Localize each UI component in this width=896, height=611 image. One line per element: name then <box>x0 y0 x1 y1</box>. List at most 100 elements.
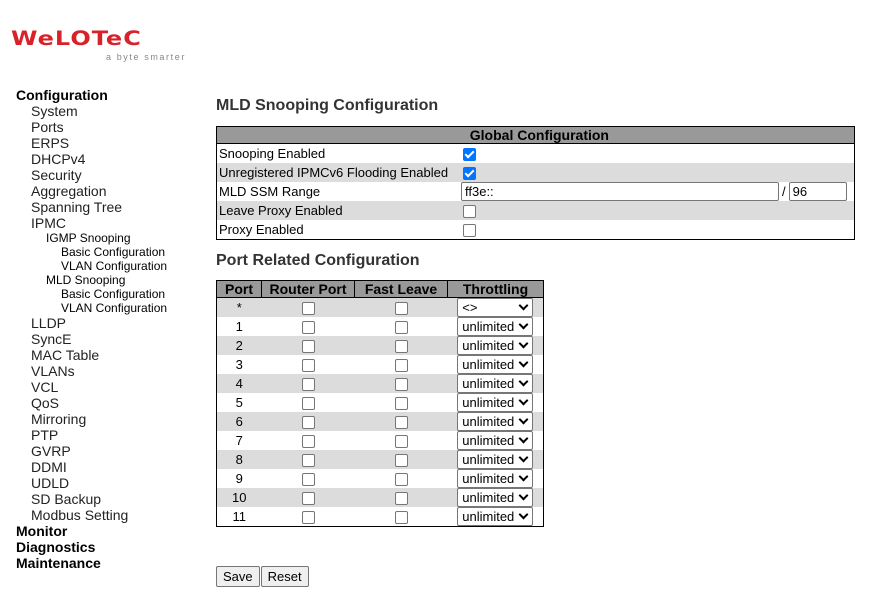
sidebar-item-mirroring[interactable]: Mirroring <box>16 411 206 427</box>
port-number: 11 <box>232 509 247 524</box>
fast-leave-checkbox[interactable] <box>394 378 408 392</box>
router-port-checkbox[interactable] <box>301 397 315 411</box>
reset-button[interactable]: Reset <box>260 566 309 587</box>
throttling-value: <> <box>462 300 478 315</box>
sidebar-item-ddmi[interactable]: DDMI <box>16 459 206 475</box>
sidebar-item-aggregation[interactable]: Aggregation <box>16 183 206 199</box>
router-port-checkbox[interactable] <box>301 359 315 373</box>
fast-leave-checkbox[interactable] <box>394 397 408 411</box>
router-port-checkbox[interactable] <box>301 454 315 468</box>
logo-tagline: a byte smarter <box>106 52 186 62</box>
fast-leave-checkbox[interactable] <box>394 473 408 487</box>
fast-leave-checkbox[interactable] <box>394 511 408 525</box>
leave-proxy-checkbox[interactable] <box>463 205 476 219</box>
sidebar-item-ipmc[interactable]: IPMC <box>16 215 206 231</box>
port-row: 7 unlimited <box>217 431 544 450</box>
port-number: * <box>216 297 262 317</box>
sidebar-item-ports[interactable]: Ports <box>16 119 206 135</box>
port-row: 11 unlimited <box>217 507 544 527</box>
router-port-checkbox[interactable] <box>301 492 315 506</box>
port-number: 1 <box>235 319 243 334</box>
sidebar-item-synce[interactable]: SyncE <box>16 331 206 347</box>
fast-leave-checkbox[interactable] <box>394 454 408 468</box>
throttling-select[interactable]: unlimited <box>457 336 534 355</box>
proxy-enabled-checkbox[interactable] <box>463 224 476 238</box>
save-button[interactable]: Save <box>216 566 260 587</box>
throttling-select[interactable]: unlimited <box>457 374 534 393</box>
sidebar-item-diagnostics[interactable]: Diagnostics <box>16 539 206 555</box>
sidebar-item-vcl[interactable]: VCL <box>16 379 206 395</box>
sidebar-item-spanning-tree[interactable]: Spanning Tree <box>16 199 206 215</box>
ssm-range-separator: / <box>782 184 786 199</box>
fast-leave-checkbox[interactable] <box>394 435 408 449</box>
sidebar-item-system[interactable]: System <box>16 103 206 119</box>
sidebar-item-vlan-configuration[interactable]: VLAN Configuration <box>16 301 206 315</box>
router-port-checkbox[interactable] <box>301 378 315 392</box>
throttling-value: unlimited <box>462 376 515 391</box>
fast-leave-checkbox[interactable] <box>394 359 408 373</box>
sidebar-item-mld-snooping[interactable]: MLD Snooping <box>16 273 206 287</box>
throttling-value: unlimited <box>462 319 515 334</box>
chevron-down-icon <box>518 319 529 330</box>
throttling-select[interactable]: unlimited <box>457 488 534 507</box>
sidebar-item-ptp[interactable]: PTP <box>16 427 206 443</box>
sidebar-item-gvrp[interactable]: GVRP <box>16 443 206 459</box>
router-port-checkbox[interactable] <box>301 321 315 335</box>
sidebar-item-mac-table[interactable]: MAC Table <box>16 347 206 363</box>
throttling-select[interactable]: unlimited <box>457 355 534 374</box>
throttling-select[interactable]: unlimited <box>457 393 534 412</box>
sidebar-item-dhcpv4[interactable]: DHCPv4 <box>16 151 206 167</box>
throttling-select[interactable]: <> <box>457 298 534 317</box>
throttling-value: unlimited <box>462 452 515 467</box>
sidebar-item-sd-backup[interactable]: SD Backup <box>16 491 206 507</box>
ssm-range-prefix-input[interactable] <box>461 182 779 201</box>
snooping-enabled-label: Snooping Enabled <box>219 146 326 161</box>
sidebar-item-basic-configuration[interactable]: Basic Configuration <box>16 245 206 259</box>
throttling-value: unlimited <box>462 471 515 486</box>
global-configuration-table: Global Configuration Snooping Enabled Un… <box>216 126 855 240</box>
port-number: 2 <box>216 336 262 355</box>
col-router-port: Router Port <box>261 280 355 298</box>
throttling-value: unlimited <box>462 433 515 448</box>
fast-leave-checkbox[interactable] <box>394 340 408 354</box>
sidebar-item-basic-configuration[interactable]: Basic Configuration <box>16 287 206 301</box>
col-fast-leave: Fast Leave <box>354 280 448 298</box>
sidebar-item-maintenance[interactable]: Maintenance <box>16 555 206 571</box>
col-throttling: Throttling <box>447 280 544 298</box>
unregistered-flooding-checkbox[interactable] <box>463 167 476 181</box>
sidebar-item-vlans[interactable]: VLANs <box>16 363 206 379</box>
router-port-checkbox[interactable] <box>301 435 315 449</box>
port-row: 1 unlimited <box>217 317 544 336</box>
sidebar-item-configuration[interactable]: Configuration <box>16 87 206 103</box>
fast-leave-checkbox[interactable] <box>394 492 408 506</box>
snooping-enabled-checkbox[interactable] <box>463 148 476 162</box>
port-row: 6 unlimited <box>216 412 544 431</box>
throttling-select[interactable]: unlimited <box>457 412 534 431</box>
fast-leave-checkbox[interactable] <box>394 302 408 316</box>
router-port-checkbox[interactable] <box>301 511 315 525</box>
sidebar-item-security[interactable]: Security <box>16 167 206 183</box>
sidebar-item-erps[interactable]: ERPS <box>16 135 206 151</box>
sidebar-item-monitor[interactable]: Monitor <box>16 523 206 539</box>
sidebar-item-modbus-setting[interactable]: Modbus Setting <box>16 507 206 523</box>
port-number: 6 <box>216 412 262 431</box>
chevron-down-icon <box>518 376 529 387</box>
sidebar-item-qos[interactable]: QoS <box>16 395 206 411</box>
throttling-select[interactable]: unlimited <box>457 317 534 336</box>
router-port-checkbox[interactable] <box>301 473 315 487</box>
throttling-select[interactable]: unlimited <box>457 469 534 488</box>
throttling-select[interactable]: unlimited <box>457 450 534 469</box>
sidebar-item-udld[interactable]: UDLD <box>16 475 206 491</box>
router-port-checkbox[interactable] <box>301 302 315 316</box>
fast-leave-checkbox[interactable] <box>394 321 408 335</box>
sidebar-item-lldp[interactable]: LLDP <box>16 315 206 331</box>
sidebar-item-igmp-snooping[interactable]: IGMP Snooping <box>16 231 206 245</box>
throttling-select[interactable]: unlimited <box>457 431 534 450</box>
welotec-logo: WeLOTeC a byte smarter <box>11 29 191 66</box>
ssm-range-length-input[interactable] <box>788 182 847 201</box>
router-port-checkbox[interactable] <box>301 340 315 354</box>
router-port-checkbox[interactable] <box>301 416 315 430</box>
sidebar-item-vlan-configuration[interactable]: VLAN Configuration <box>16 259 206 273</box>
fast-leave-checkbox[interactable] <box>394 416 408 430</box>
throttling-select[interactable]: unlimited <box>457 507 534 526</box>
